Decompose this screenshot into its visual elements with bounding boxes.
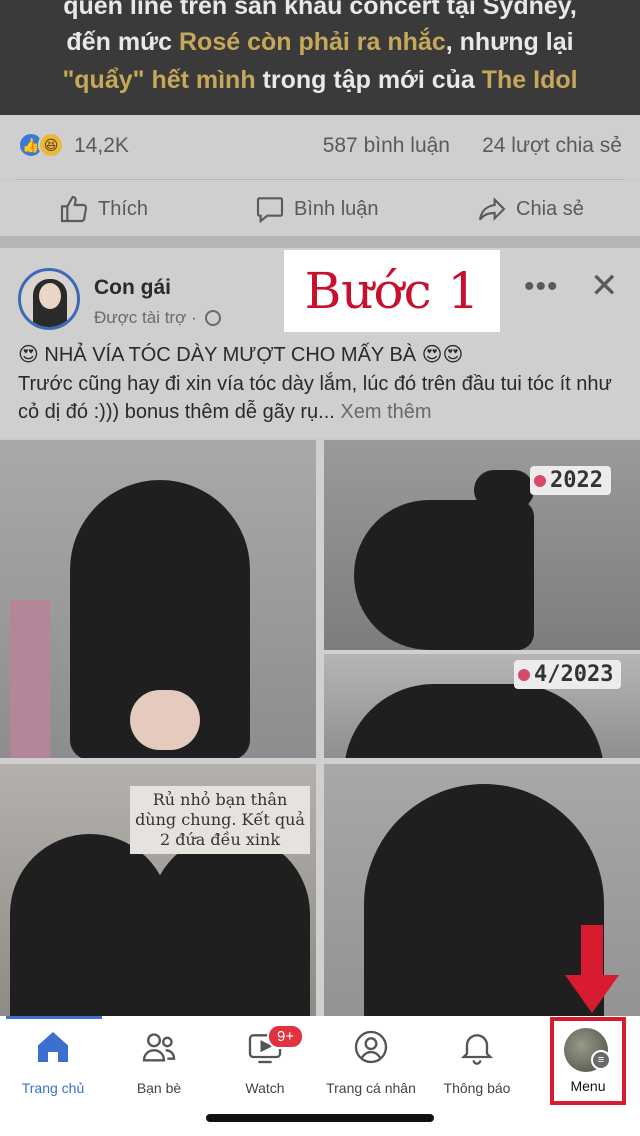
- hand-shape: [130, 690, 200, 750]
- comment-count[interactable]: 587 bình luận: [323, 134, 450, 158]
- tab-watch[interactable]: 9+ Watch: [212, 1024, 318, 1104]
- share-label: Chia sẻ: [516, 197, 584, 220]
- pin-icon: [534, 474, 546, 487]
- thumbs-up-icon: [60, 195, 88, 223]
- photo-caption: Rủ nhỏ bạn thân dùng chung. Kết quả 2 đứ…: [130, 786, 310, 854]
- year-tag-2023: 4/2023: [514, 660, 622, 689]
- menu-highlight-box: [550, 1017, 626, 1105]
- tab-notifications[interactable]: Thông báo: [424, 1024, 530, 1104]
- watch-badge: 9+: [267, 1024, 305, 1049]
- banner-line-2: đến mức Rosé còn phải ra nhắc, nhưng lại: [66, 28, 574, 56]
- banner-line-3: "quẩy" hết mình trong tập mới của The Id…: [62, 66, 578, 94]
- comment-icon: [256, 197, 284, 224]
- close-icon[interactable]: ✕: [590, 266, 619, 306]
- more-options-icon[interactable]: •••: [524, 270, 559, 304]
- active-tab-indicator: [6, 1016, 102, 1019]
- post-author[interactable]: Con gái: [94, 276, 171, 300]
- highlight-arrow-head: [565, 975, 619, 1013]
- tab-label: Trang chủ: [21, 1080, 85, 1096]
- profile-icon: [351, 1024, 391, 1070]
- comment-label: Bình luận: [294, 197, 379, 220]
- author-avatar[interactable]: [18, 268, 80, 330]
- tab-label: Watch: [245, 1080, 285, 1096]
- tab-label: Bạn bè: [136, 1080, 182, 1096]
- tab-label: Thông báo: [443, 1080, 511, 1096]
- tab-label: Trang cá nhân: [326, 1080, 416, 1096]
- hair-shape-right: [150, 834, 310, 1020]
- share-count[interactable]: 24 lượt chia sẻ: [482, 134, 622, 158]
- share-button[interactable]: Chia sẻ: [476, 193, 584, 225]
- banner-line-1: quên line trên sân khấu concert tại Sydn…: [63, 0, 577, 20]
- year-tag-text: 2022: [550, 468, 603, 493]
- avatar-face: [39, 283, 61, 309]
- comment-button[interactable]: Bình luận: [254, 193, 379, 225]
- hair-shape: [344, 684, 604, 758]
- home-icon: [33, 1024, 73, 1070]
- like-label: Thích: [98, 197, 149, 220]
- post-body-text: Trước cũng hay đi xin vía tóc dày lắm, l…: [18, 373, 612, 423]
- watch-icon: 9+: [245, 1024, 305, 1070]
- reaction-icons[interactable]: 👍 😆: [18, 132, 64, 158]
- hair-shape: [354, 500, 534, 650]
- haha-reaction-icon: 😆: [38, 132, 64, 158]
- photo-3[interactable]: 4/2023: [324, 654, 640, 758]
- see-more-link[interactable]: Xem thêm: [340, 401, 431, 423]
- photo-1[interactable]: [0, 440, 316, 758]
- home-indicator[interactable]: [206, 1114, 434, 1122]
- highlight-arrow: [581, 925, 603, 977]
- sponsored-label: Được tài trợ ·: [94, 308, 221, 328]
- tab-friends[interactable]: Bạn bè: [106, 1024, 212, 1104]
- photo-2[interactable]: 2022: [324, 440, 640, 650]
- share-icon: [478, 197, 506, 221]
- sweater-shape: [10, 600, 50, 758]
- friends-icon: [139, 1024, 179, 1070]
- bell-icon: [457, 1024, 497, 1070]
- year-tag-2022: 2022: [530, 466, 611, 495]
- pin-icon: [518, 668, 530, 681]
- post-headline: 😍 NHẢ VÍA TÓC DÀY MƯỢT CHO MẤY BÀ 😍😍: [18, 344, 464, 366]
- ponytail-shape: [474, 470, 534, 510]
- feed-separator: [0, 236, 640, 248]
- step-overlay: Bước 1: [284, 250, 500, 332]
- article-banner[interactable]: quên line trên sân khấu concert tại Sydn…: [0, 0, 640, 115]
- sponsored-text: Được tài trợ ·: [94, 308, 197, 327]
- reaction-count[interactable]: 14,2K: [74, 134, 129, 158]
- step-label: Bước 1: [304, 262, 480, 320]
- tab-home[interactable]: Trang chủ: [0, 1024, 106, 1104]
- post-body: Trước cũng hay đi xin vía tóc dày lắm, l…: [18, 370, 624, 426]
- tab-profile[interactable]: Trang cá nhân: [318, 1024, 424, 1104]
- globe-icon: [204, 310, 221, 326]
- year-tag-text: 4/2023: [534, 662, 614, 687]
- like-button[interactable]: Thích: [58, 193, 148, 225]
- hair-shape-left: [10, 834, 170, 1020]
